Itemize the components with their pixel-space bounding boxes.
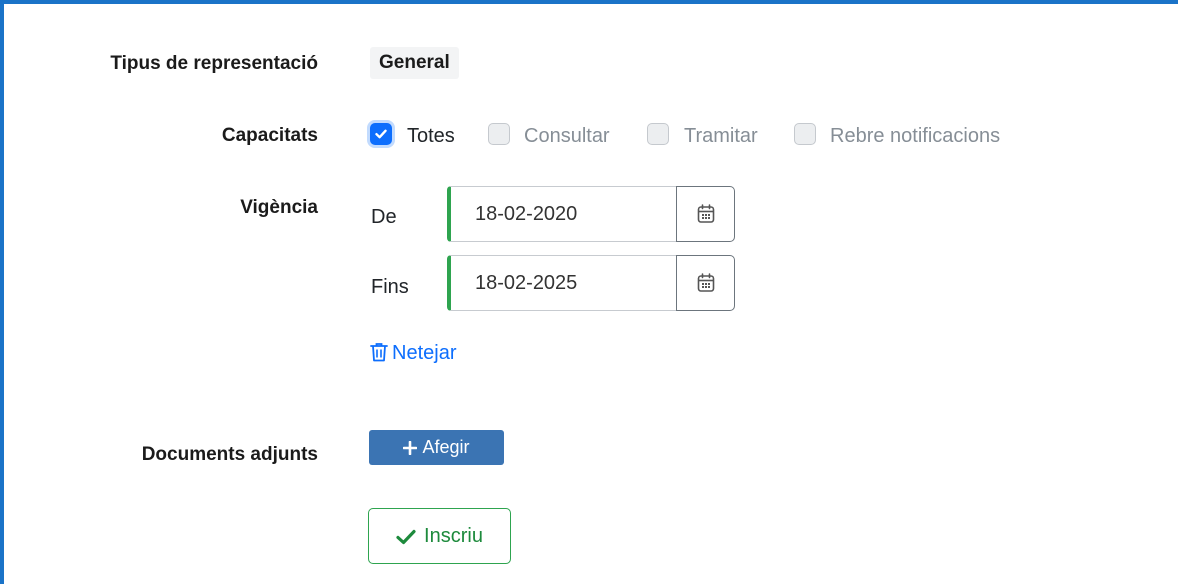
check-icon xyxy=(396,529,416,545)
form-panel: Tipus de representació General Capacitat… xyxy=(0,0,1178,584)
clear-label: Netejar xyxy=(392,342,457,364)
from-date-input[interactable]: 18-02-2020 xyxy=(447,186,677,242)
attachments-label: Documents adjunts xyxy=(141,444,318,465)
checkbox-tramitar[interactable] xyxy=(647,123,669,145)
trash-icon xyxy=(370,343,388,362)
representation-type-value: General xyxy=(370,47,459,79)
checkbox-rebre-notificacions-label[interactable]: Rebre notificacions xyxy=(830,124,1000,148)
representation-type-label: Tipus de representació xyxy=(110,53,318,74)
add-document-button[interactable]: Afegir xyxy=(369,430,504,465)
to-date-input[interactable]: 18-02-2025 xyxy=(447,255,677,311)
checkbox-consultar[interactable] xyxy=(488,123,510,145)
calendar-icon xyxy=(697,204,715,223)
calendar-icon xyxy=(697,273,715,292)
check-icon xyxy=(375,129,387,139)
from-calendar-button[interactable] xyxy=(676,186,735,242)
capabilities-label: Capacitats xyxy=(221,125,318,146)
submit-label: Inscriu xyxy=(424,525,483,547)
clear-link[interactable]: Netejar xyxy=(370,342,456,365)
from-label: De xyxy=(371,206,397,228)
submit-button[interactable]: Inscriu xyxy=(368,508,511,564)
add-label: Afegir xyxy=(422,437,470,457)
checkbox-totes[interactable] xyxy=(370,123,392,145)
from-date-group: 18-02-2020 xyxy=(447,186,735,242)
plus-icon xyxy=(403,440,418,456)
checkbox-tramitar-label[interactable]: Tramitar xyxy=(684,124,758,148)
checkbox-rebre-notificacions[interactable] xyxy=(794,123,816,145)
to-label: Fins xyxy=(371,276,409,298)
checkbox-totes-label[interactable]: Totes xyxy=(407,124,455,148)
to-calendar-button[interactable] xyxy=(676,255,735,311)
to-date-group: 18-02-2025 xyxy=(447,255,735,311)
checkbox-consultar-label[interactable]: Consultar xyxy=(524,124,610,148)
validity-label: Vigència xyxy=(240,197,318,218)
